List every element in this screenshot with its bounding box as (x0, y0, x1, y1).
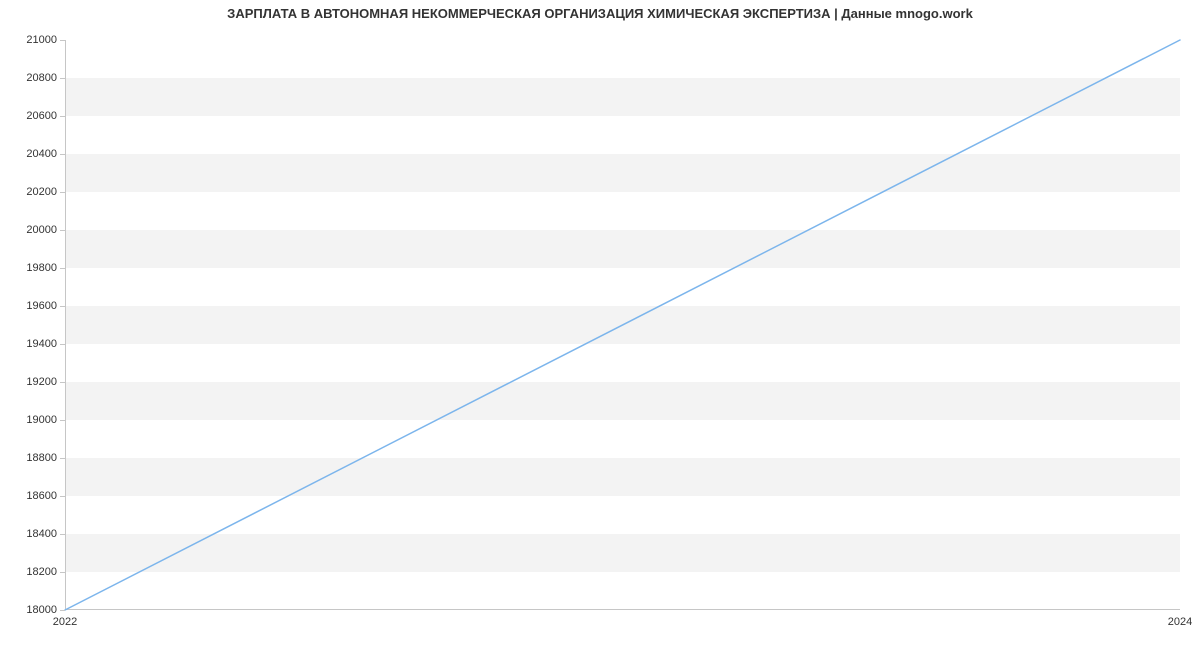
y-tick-mark (60, 572, 65, 573)
y-tick-mark (60, 116, 65, 117)
y-tick-mark (60, 192, 65, 193)
y-tick-mark (60, 496, 65, 497)
y-tick-mark (60, 344, 65, 345)
x-tick-label: 2022 (53, 610, 77, 628)
y-tick-mark (60, 420, 65, 421)
line-layer (65, 40, 1180, 610)
y-tick-mark (60, 458, 65, 459)
y-tick-mark (60, 230, 65, 231)
plot-area: 1800018200184001860018800190001920019400… (65, 40, 1180, 610)
y-tick-mark (60, 40, 65, 41)
y-tick-mark (60, 382, 65, 383)
chart-title: ЗАРПЛАТА В АВТОНОМНАЯ НЕКОММЕРЧЕСКАЯ ОРГ… (0, 6, 1200, 21)
y-tick-mark (60, 268, 65, 269)
chart-container: ЗАРПЛАТА В АВТОНОМНАЯ НЕКОММЕРЧЕСКАЯ ОРГ… (0, 0, 1200, 650)
x-tick-label: 2024 (1168, 610, 1192, 628)
y-tick-mark (60, 154, 65, 155)
y-tick-mark (60, 306, 65, 307)
series-line (65, 40, 1180, 610)
y-tick-mark (60, 534, 65, 535)
y-tick-mark (60, 78, 65, 79)
